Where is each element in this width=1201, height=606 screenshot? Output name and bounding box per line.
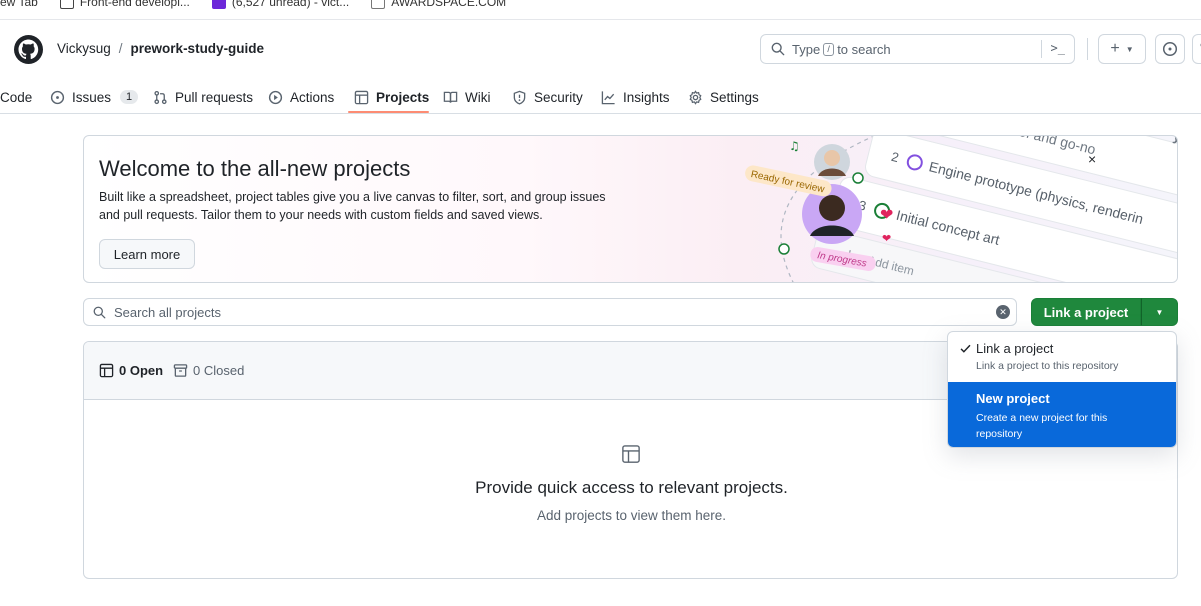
welcome-banner: Welcome to the all-new projects Built li… (83, 135, 1178, 283)
link-project-button[interactable]: Link a project (1031, 298, 1141, 326)
clear-search-icon[interactable]: ✕ (996, 305, 1010, 319)
repo-owner-link[interactable]: Vickysug (57, 41, 111, 56)
github-logo-icon[interactable] (14, 35, 43, 64)
plus-icon: + (1110, 40, 1120, 57)
tab-pull-requests[interactable]: Pull requests (153, 80, 253, 114)
tab-actions[interactable]: Actions (268, 80, 334, 114)
menu-item-title: New project (976, 391, 1050, 406)
app-header: Vickysug / prework-study-guide Type / to… (0, 20, 1201, 80)
tab-projects[interactable]: Projects (354, 80, 429, 114)
link-project-menu-button[interactable]: ▼ (1141, 298, 1178, 326)
bookmark-mail[interactable]: (6,527 unread) - vict... (211, 0, 349, 9)
triangle-down-icon: ▼ (1155, 307, 1164, 317)
shield-icon (513, 90, 526, 105)
check-icon (960, 344, 971, 353)
issues-button[interactable] (1155, 34, 1185, 64)
closed-projects-filter[interactable]: 0 Closed (173, 363, 244, 378)
create-new-button[interactable]: + ▼ (1098, 34, 1146, 64)
tab-security[interactable]: Security (512, 80, 583, 114)
breadcrumb: Vickysug / prework-study-guide (57, 41, 264, 56)
link-project-menu: Link a project Link a project to this re… (947, 331, 1177, 448)
book-icon (443, 91, 458, 103)
selected-tab-indicator (348, 111, 429, 113)
banner-title: Welcome to the all-new projects (99, 156, 411, 181)
divider (1087, 38, 1088, 60)
svg-text:♫: ♫ (789, 139, 800, 153)
issue-opened-icon (1162, 41, 1178, 57)
search-icon (771, 42, 785, 56)
repo-nav: Code Issues 1 Pull requests Actions Proj… (0, 80, 1201, 114)
gear-icon (689, 89, 702, 105)
pull-requests-button[interactable] (1192, 34, 1201, 64)
tab-settings[interactable]: Settings (688, 80, 759, 114)
search-icon (93, 306, 106, 319)
learn-more-button[interactable]: Learn more (99, 239, 195, 269)
menu-item-description: Create a new project for this repository (976, 412, 1108, 440)
banner-description: Built like a spreadsheet, project tables… (99, 190, 606, 222)
banner-illustration: 1 Game brief and go-no 2 Engine prototyp… (745, 136, 1177, 282)
breadcrumb-separator: / (118, 41, 123, 56)
menu-item-link-project[interactable]: Link a project Link a project to this re… (948, 332, 1176, 382)
svg-text:❤: ❤ (882, 232, 891, 245)
tab-code[interactable]: Code (0, 80, 32, 114)
open-projects-filter[interactable]: 0 Open (99, 363, 163, 378)
divider (1041, 40, 1042, 58)
tab-issues[interactable]: Issues 1 (50, 80, 139, 114)
banner-close-icon[interactable]: × (1088, 151, 1096, 167)
menu-item-description: Link a project to this repository (976, 360, 1119, 372)
issues-counter: 1 (120, 90, 139, 104)
page-icon (59, 0, 74, 9)
svg-text:❤: ❤ (880, 205, 893, 224)
project-search-field[interactable]: ✕ (83, 298, 1017, 326)
graph-icon (601, 90, 615, 104)
tab-wiki[interactable]: Wiki (443, 80, 491, 114)
blankslate-title: Provide quick access to relevant project… (475, 478, 788, 497)
issue-opened-icon (50, 90, 65, 104)
mail-icon (211, 0, 226, 9)
search-prefix: Type (792, 41, 821, 57)
git-pull-request-icon (154, 90, 167, 104)
table-icon (354, 90, 369, 104)
table-icon (622, 445, 640, 463)
play-icon (268, 90, 283, 104)
bookmark-frontend[interactable]: Front-end developi... (59, 0, 190, 9)
bookmark-awardspace[interactable]: AWARDSPACE.COM (371, 0, 506, 9)
bookmarks-bar: ew Tab Front-end developi... (6,527 unre… (0, 0, 1201, 12)
menu-item-new-project[interactable]: New project Create a new project for thi… (948, 382, 1176, 447)
repo-name-link[interactable]: prework-study-guide (131, 41, 265, 56)
tab-insights[interactable]: Insights (601, 80, 670, 114)
chevron-down-icon: ▼ (1125, 44, 1134, 54)
project-search-input[interactable] (114, 304, 974, 320)
bookmark-new-tab[interactable]: ew Tab (0, 0, 38, 9)
command-palette-icon[interactable]: >_ (1051, 41, 1065, 55)
menu-item-title: Link a project (976, 341, 1054, 356)
blankslate-subtitle: Add projects to view them here. (536, 508, 727, 523)
search-suffix: to search (837, 41, 891, 57)
search-shortcut-key: / (823, 42, 835, 56)
site-icon (371, 0, 386, 9)
global-search-button[interactable]: Type / to search >_ (760, 34, 1075, 64)
archive-icon (173, 364, 188, 377)
table-icon (99, 363, 114, 378)
